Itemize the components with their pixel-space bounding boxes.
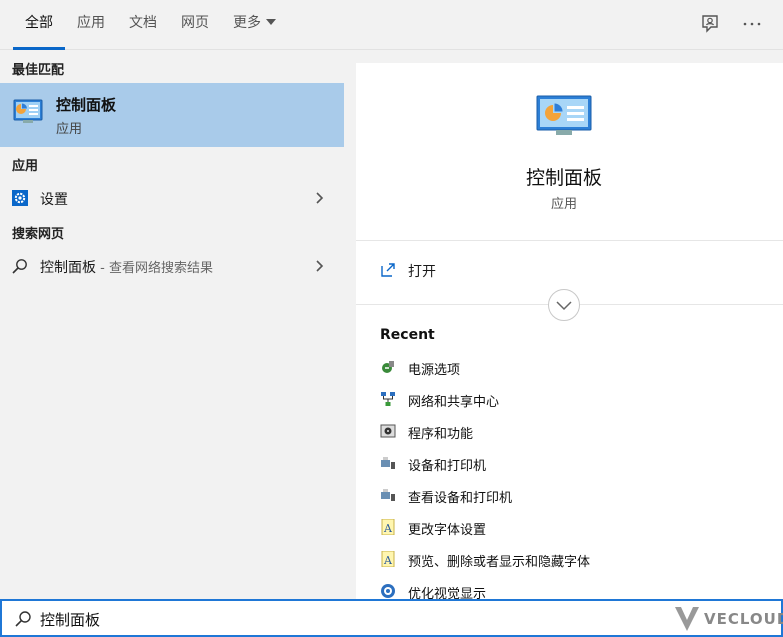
recent-item-preview-fonts[interactable]: A 预览、删除或者显示和隐藏字体	[380, 549, 760, 573]
open-button[interactable]: 打开	[380, 259, 580, 283]
watermark-text: VECLOUD	[704, 610, 783, 628]
recent-item-programs[interactable]: 程序和功能	[380, 421, 760, 445]
programs-icon	[380, 423, 396, 439]
chevron-right-icon[interactable]	[316, 260, 324, 272]
feedback-icon[interactable]	[698, 12, 722, 36]
recent-item-font-settings[interactable]: A 更改字体设置	[380, 517, 760, 541]
gear-icon	[12, 190, 28, 210]
apps-heading: 应用	[12, 159, 39, 174]
printer-icon	[380, 487, 396, 503]
best-match-type: 应用	[56, 122, 83, 137]
svg-text:A: A	[383, 522, 393, 535]
tab-all[interactable]: 全部	[13, 0, 65, 50]
control-panel-icon	[536, 95, 592, 141]
open-icon	[380, 262, 396, 282]
best-match-name: 控制面板	[56, 96, 117, 114]
result-web-search[interactable]: 控制面板 - 查看网络搜索结果	[0, 249, 344, 283]
filter-tab-bar: 全部 应用 文档 网页 更多	[0, 0, 783, 50]
recent-item-label: 电源选项	[408, 363, 461, 378]
more-options-icon[interactable]	[740, 12, 764, 36]
watermark: VECLOUD	[674, 605, 783, 633]
results-list: 最佳匹配 控制面板 应用 应用 设置 搜索网页 控制面板 - 查看网络搜索结果	[0, 51, 344, 599]
chevron-right-icon[interactable]	[316, 192, 324, 204]
tab-more-label: 更多	[233, 15, 261, 31]
font-icon: A	[380, 550, 396, 568]
printer-icon	[380, 455, 396, 471]
web-search-heading: 搜索网页	[12, 227, 65, 242]
font-icon: A	[380, 518, 396, 536]
control-panel-icon	[13, 99, 43, 129]
tab-apps[interactable]: 应用	[77, 0, 105, 50]
recent-heading: Recent	[380, 327, 435, 343]
preview-title: 控制面板	[525, 167, 602, 189]
recent-item-label: 设备和打印机	[408, 459, 487, 474]
recent-item-network[interactable]: 网络和共享中心	[380, 389, 760, 413]
divider	[356, 240, 783, 241]
tab-web[interactable]: 网页	[181, 0, 209, 50]
best-match-heading: 最佳匹配	[12, 63, 65, 78]
web-search-query: 控制面板	[40, 260, 96, 276]
recent-item-view-devices-printers[interactable]: 查看设备和打印机	[380, 485, 760, 509]
network-icon	[380, 391, 396, 407]
search-box[interactable]: 控制面板 VECLOUD	[0, 599, 783, 637]
recent-item-label: 程序和功能	[408, 427, 474, 442]
web-search-hint: - 查看网络搜索结果	[96, 261, 213, 276]
tab-more[interactable]: 更多	[233, 0, 276, 50]
search-icon	[12, 258, 28, 278]
recent-item-power-options[interactable]: 电源选项	[380, 357, 760, 381]
preview-pane: 控制面板 应用 打开 Recent 电源选项 网络和共享中心 程序和功能 设备和…	[356, 63, 783, 602]
recent-item-label: 更改字体设置	[408, 523, 487, 538]
preview-subtitle: 应用	[550, 197, 577, 212]
chevron-down-icon	[556, 301, 572, 311]
recent-item-label: 预览、删除或者显示和隐藏字体	[408, 555, 591, 570]
open-label: 打开	[408, 264, 436, 280]
chevron-down-icon	[266, 19, 276, 25]
power-options-icon	[380, 359, 396, 375]
search-input[interactable]: 控制面板	[40, 609, 100, 630]
search-icon	[14, 610, 32, 628]
recent-item-label: 查看设备和打印机	[408, 491, 513, 506]
recent-item-label: 网络和共享中心	[408, 395, 500, 410]
result-settings[interactable]: 设置	[0, 181, 344, 215]
ease-of-access-icon	[380, 583, 396, 599]
recent-item-devices-printers[interactable]: 设备和打印机	[380, 453, 760, 477]
best-match-item[interactable]: 控制面板 应用	[0, 83, 344, 147]
tab-documents[interactable]: 文档	[129, 0, 157, 50]
watermark-logo-icon	[674, 605, 700, 637]
svg-text:A: A	[383, 554, 393, 567]
expand-button[interactable]	[548, 289, 580, 321]
result-settings-label: 设置	[40, 192, 68, 208]
